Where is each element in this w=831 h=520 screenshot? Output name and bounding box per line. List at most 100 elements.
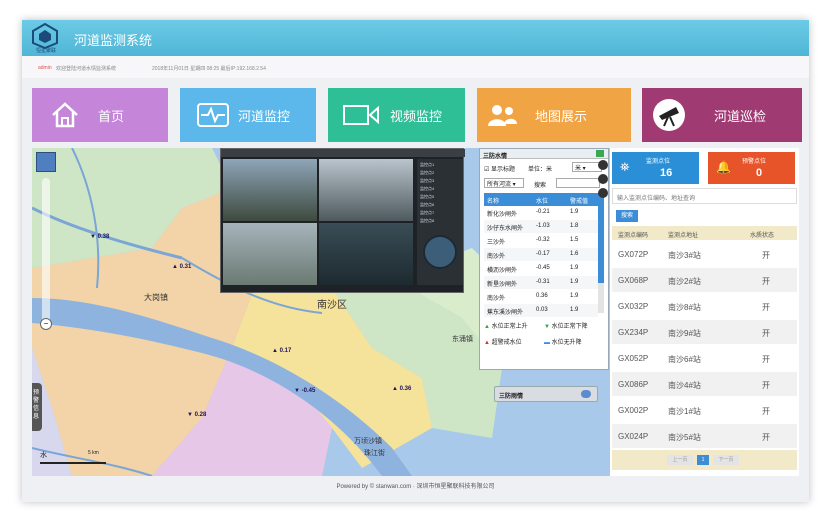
water-table-cell: 新化沙闸外 (487, 212, 518, 218)
monitor-points-card[interactable]: ⛯ 监测点位 16 (612, 152, 699, 184)
panel-close-icon[interactable] (596, 150, 604, 157)
water-table-row[interactable]: 新垦沙闸外 -0.31 1.9 (484, 276, 598, 289)
river-filter-select[interactable]: 所有河流 ▾ (484, 178, 524, 188)
video-feed[interactable] (223, 223, 317, 285)
nav-river-monitor-button[interactable]: 河道监控 (180, 88, 316, 142)
gauge-marker[interactable]: ▲ 0.31 (172, 264, 191, 270)
side-table-row[interactable]: GX234P 南沙9#站 开 (612, 320, 797, 344)
ptz-joystick[interactable] (423, 235, 457, 269)
video-feed[interactable] (223, 159, 317, 221)
side-table-cell: 南沙2#站 (668, 277, 701, 286)
water-table-row[interactable]: 横沥沙闸外 -0.45 1.9 (484, 262, 598, 275)
video-feed[interactable] (319, 159, 413, 221)
show-label-checkbox[interactable]: ☑ 显示标题 (484, 164, 515, 173)
video-list-item[interactable]: 监控点6 (420, 201, 460, 209)
video-feed[interactable] (319, 223, 413, 285)
side-search-input[interactable]: 输入监测点位编码、地址查询 (612, 188, 797, 204)
datetime-text: 2018年11月01日 星期四 08:25 最后IP:192.168.2.54 (152, 66, 266, 72)
toggle-icon[interactable] (581, 390, 591, 398)
user-name[interactable]: admin (38, 65, 52, 71)
side-table-cell: 开 (762, 251, 770, 260)
gauge-marker[interactable]: ▼ -0.45 (294, 388, 315, 394)
gauge-marker[interactable]: ▲ 0.36 (392, 386, 411, 392)
map-tool-button[interactable] (598, 188, 608, 198)
gauge-marker[interactable]: ▼ 0.38 (90, 234, 109, 240)
video-list-item[interactable]: 监控点8 (420, 217, 460, 225)
water-legend: ▲ 水位正常上升 ▼ 水位正常下降 ▲ 超警戒水位 ▬ 水位无升降 (484, 324, 588, 346)
map-tool-button[interactable] (598, 160, 608, 170)
map-label: 东涌镇 (452, 336, 473, 343)
zoom-out-button[interactable]: − (40, 318, 52, 330)
nav-video-monitor-button[interactable]: 视频监控 (328, 88, 465, 142)
app-title: 河道监测系统 (74, 33, 153, 48)
video-titlebar[interactable] (221, 149, 465, 157)
side-table-cell: 开 (762, 433, 770, 442)
water-table-cell: 新垦沙闸外 (487, 282, 518, 288)
zoom-slider[interactable] (42, 178, 50, 328)
footer: Powered by © stanwan.com · 深圳市恒星聚联科技有限公司 (336, 484, 495, 490)
side-table-cell: 开 (762, 381, 770, 390)
side-table-cell: GX072P (618, 250, 649, 259)
nav-home-label: 首页 (98, 109, 125, 124)
current-page-button[interactable]: 1 (697, 455, 709, 465)
map-view[interactable]: 大岗镇 南沙区 万顷沙镇 珠江街 东涌镇 ▼ 0.38 ▲ 0.31 ▲ 0.1… (32, 148, 610, 476)
nav-home-button[interactable]: 首页 (32, 88, 168, 142)
video-list-item[interactable]: 监控点7 (420, 209, 460, 217)
next-page-button[interactable]: 下一页 (713, 455, 739, 465)
water-table-row[interactable]: 沙仔东水闸外 -1.03 1.8 (484, 220, 598, 233)
water-table-scrollbar[interactable] (598, 193, 604, 313)
water-table-cell: -0.45 (536, 265, 550, 271)
rain-panel[interactable]: 三防雨情 (494, 386, 598, 402)
video-list-item[interactable]: 监控点3 (420, 177, 460, 185)
prev-page-button[interactable]: 上一页 (667, 455, 693, 465)
side-table-header: 监测点编码 监测点地址 水质状态 (612, 226, 797, 240)
side-table-row[interactable]: GX052P 南沙6#站 开 (612, 346, 797, 370)
water-table-row[interactable]: 新化沙闸外 -0.21 1.9 (484, 206, 598, 219)
water-table-cell: -1.03 (536, 223, 550, 229)
home-icon (50, 100, 80, 130)
gauge-marker[interactable]: ▲ 0.17 (272, 348, 291, 354)
water-table-cell: 0.36 (536, 293, 548, 299)
side-table-cell: 开 (762, 407, 770, 416)
nav-map-display-button[interactable]: 地图展示 (477, 88, 631, 142)
side-table-row[interactable]: GX072P 南沙3#站 开 (612, 242, 797, 266)
side-table-row[interactable]: GX024P 南沙5#站 开 (612, 424, 797, 448)
video-list-item[interactable]: 监控点2 (420, 169, 460, 177)
alarm-points-card[interactable]: 🔔 预警点位 0 (708, 152, 795, 184)
side-table-cell: 南沙4#站 (668, 381, 701, 390)
water-table-cell: 沙仔东水闸外 (487, 226, 524, 232)
water-table-row[interactable]: 蕉东溪沙闸外 0.03 1.9 (484, 304, 598, 317)
side-table-cell: GX086P (618, 380, 649, 389)
side-table-row[interactable]: GX068P 南沙2#站 开 (612, 268, 797, 292)
nav-river-patrol-button[interactable]: 河道巡检 (642, 88, 802, 142)
side-table-cell: 南沙1#站 (668, 407, 701, 416)
map-tool-button[interactable] (598, 174, 608, 184)
side-search-button[interactable]: 搜索 (616, 210, 638, 222)
water-table-cell: 0.03 (536, 307, 548, 313)
map-label: 南沙区 (317, 300, 347, 311)
pagination: 上一页 1 下一页 (612, 450, 797, 470)
cube-nav-icon[interactable] (36, 152, 56, 172)
video-camera-icon (342, 100, 379, 130)
water-table-row[interactable]: 三沙外 -0.32 1.5 (484, 234, 598, 247)
map-label: 万顷沙镇 (354, 438, 382, 445)
video-popup[interactable]: 监控点1 监控点2 监控点3 监控点4 监控点5 监控点6 监控点7 监控点8 (220, 148, 465, 293)
water-table-row[interactable]: 南沙外 -0.17 1.6 (484, 248, 598, 261)
side-tab[interactable]: 预警信息 (32, 383, 42, 431)
side-table-row[interactable]: GX032P 南沙8#站 开 (612, 294, 797, 318)
side-table-row[interactable]: GX086P 南沙4#站 开 (612, 372, 797, 396)
side-table-cell: GX024P (618, 432, 649, 441)
gauge-marker[interactable]: ▼ 0.28 (187, 412, 206, 418)
side-panel: ⛯ 监测点位 16 🔔 预警点位 0 输入监测点位编码、地址查询 搜索 监测点编… (610, 148, 799, 476)
video-list-item[interactable]: 监控点1 (420, 161, 460, 169)
side-table-row[interactable]: GX002P 南沙1#站 开 (612, 398, 797, 422)
water-search-input[interactable] (556, 178, 600, 188)
info-bar: admin 欢迎登陆河道水情监测系统 2018年11月01日 星期四 08:25… (22, 56, 809, 78)
video-list-item[interactable]: 监控点5 (420, 193, 460, 201)
side-table-cell: 开 (762, 277, 770, 286)
water-table-header: 名称 水位 警戒值 (484, 193, 598, 206)
video-list-item[interactable]: 监控点4 (420, 185, 460, 193)
water-table-row[interactable]: 南沙外 0.36 1.9 (484, 290, 598, 303)
water-table-cell: 1.9 (570, 209, 579, 215)
side-table-cell: 开 (762, 303, 770, 312)
